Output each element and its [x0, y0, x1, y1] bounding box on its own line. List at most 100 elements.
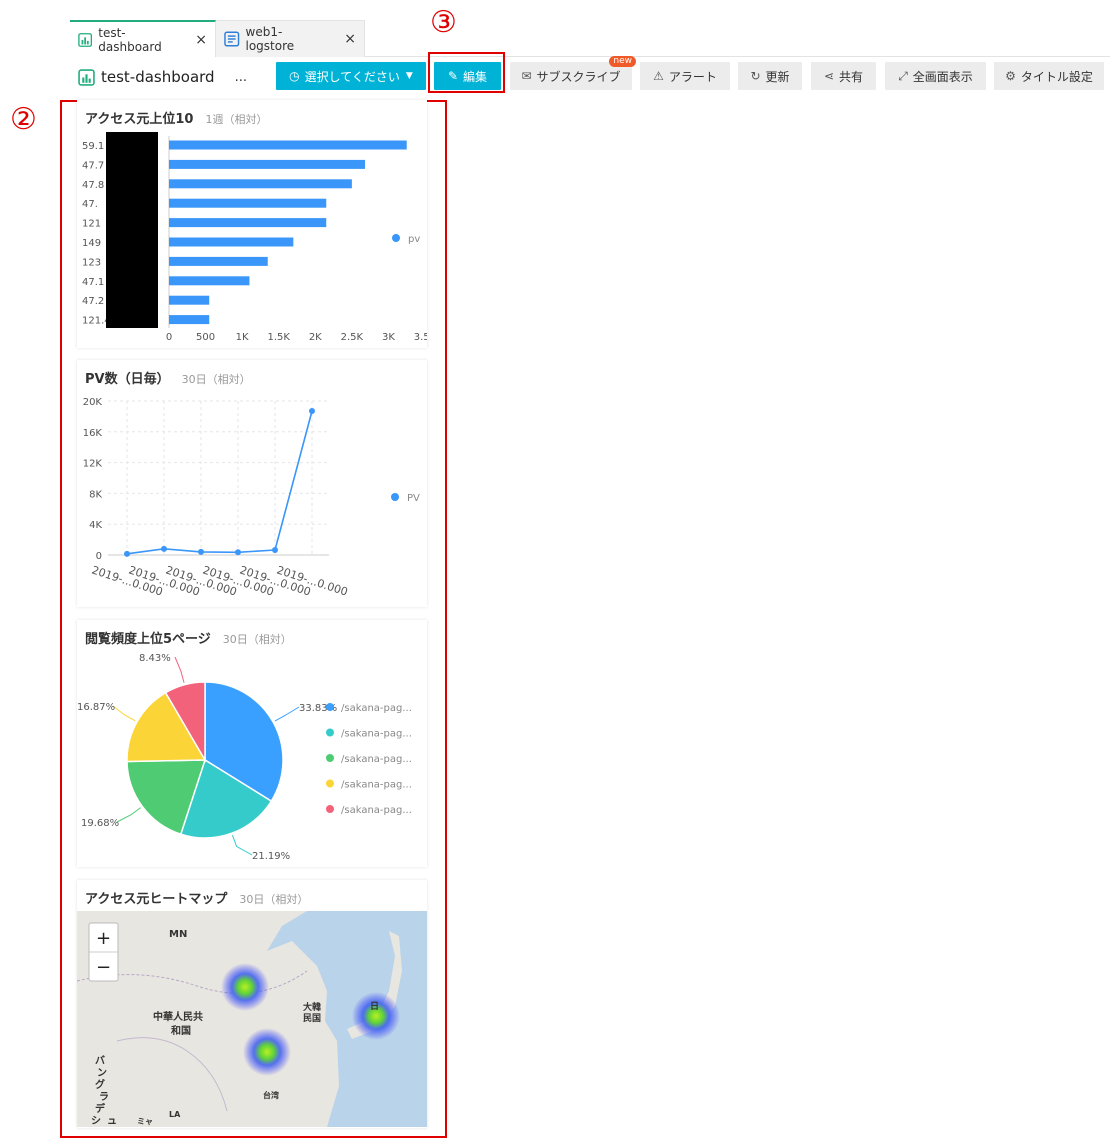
subscribe-label: サブスクライブ: [536, 69, 621, 84]
map-label: バ: [95, 1055, 105, 1067]
legend-label: /sakana-pag...: [341, 703, 412, 714]
map-label: LA: [169, 1110, 181, 1119]
data-point: [309, 408, 315, 415]
panel-title-text: アクセス元ヒートマップ: [85, 892, 228, 907]
bar: [169, 276, 250, 286]
map-label: ミャ: [137, 1117, 153, 1126]
zoom-in-button[interactable]: +: [96, 928, 111, 949]
share-label: 共有: [839, 69, 864, 84]
y-tick-label: 47.8: [82, 180, 104, 191]
tab-web1-logstore[interactable]: web1-logstore ×: [216, 20, 365, 57]
bar: [169, 256, 268, 266]
y-tick-label: 123: [82, 257, 101, 268]
x-tick-label: 1K: [236, 332, 249, 343]
map-label: 台湾: [263, 1090, 279, 1100]
pie-chart: 33.83%/sakana-pag...21.19%/sakana-pag...…: [77, 653, 412, 862]
heat-map[interactable]: MN 中華人民共 和国 大韓 民国 日 台湾 バ ン グ ラ デ シ ュ ミャ …: [77, 911, 427, 1127]
dashboard-title: test-dashboard ...: [78, 66, 247, 88]
share-icon: ⋖: [823, 69, 835, 83]
legend-marker: [326, 805, 334, 813]
bar: [169, 237, 294, 247]
data-point: [161, 545, 167, 552]
slice-value-label: 21.19%: [252, 851, 290, 862]
bar: [169, 198, 327, 208]
map-label: 和国: [170, 1024, 191, 1037]
share-button[interactable]: ⋖ 共有: [811, 62, 876, 90]
bar: [169, 315, 210, 325]
legend-marker: [326, 754, 334, 762]
heat-spot: [243, 1028, 291, 1076]
refresh-button[interactable]: ↻ 更新: [738, 62, 802, 90]
y-tick-label: 8K: [89, 489, 102, 500]
annotation-number-2: ②: [10, 102, 37, 137]
y-tick-label: 47.1: [82, 277, 104, 288]
mail-icon: ✉: [521, 69, 532, 83]
label-leader-line: [274, 706, 300, 722]
legend-marker: [326, 728, 334, 737]
dashboard-icon: [78, 68, 95, 86]
legend-label: /sakana-pag...: [341, 805, 412, 816]
label-leader-line: [174, 656, 185, 683]
map-label: MN: [169, 929, 187, 940]
y-tick-label: 16K: [83, 428, 103, 439]
map-label: ン: [97, 1068, 107, 1079]
subscribe-button[interactable]: ✉ サブスクライブ new: [510, 56, 636, 90]
data-point: [272, 546, 278, 553]
x-tick-label: 500: [196, 332, 215, 343]
y-tick-label: 20K: [83, 397, 103, 408]
y-tick-label: 4K: [89, 520, 102, 531]
y-tick-label: 59.1: [82, 141, 104, 152]
slice-value-label: 19.68%: [81, 818, 119, 829]
map-label: グ: [95, 1078, 105, 1091]
map-label: デ: [95, 1102, 106, 1115]
alert-button[interactable]: ⚠ アラート: [640, 62, 730, 90]
data-point: [198, 548, 204, 555]
gear-icon: ⚙: [1005, 69, 1016, 83]
y-tick-label: 149: [82, 238, 101, 249]
x-tick-label: 1.5K: [267, 332, 290, 343]
data-point: [235, 549, 241, 556]
logstore-icon: [224, 31, 240, 47]
legend-marker: [326, 779, 334, 788]
bar: [169, 140, 407, 150]
bar: [169, 218, 327, 228]
x-tick-label: 2K: [309, 332, 322, 343]
map-label: 民国: [303, 1013, 321, 1024]
y-tick-label: 47.2: [82, 296, 104, 307]
y-tick-label: 47.7: [82, 160, 104, 171]
bar: [169, 295, 210, 305]
fullscreen-label: 全画面表示: [912, 69, 973, 84]
edit-annotation-box: [428, 52, 505, 93]
label-leader-line: [231, 834, 253, 856]
close-icon[interactable]: ×: [195, 32, 207, 48]
legend-label: pv: [408, 234, 420, 245]
legend-marker: [392, 234, 400, 242]
title-settings-button[interactable]: ⚙ タイトル設定: [994, 62, 1104, 90]
label-leader-line: [112, 705, 136, 722]
fullscreen-icon: ⤢: [898, 68, 908, 83]
line-chart: 04K8K12K16K20K2019-...0.0002019-...0.000…: [83, 397, 420, 599]
map-label: ラ: [99, 1091, 109, 1103]
panel-top-sources: アクセス元上位10 1週（相対） 59.1 47.7 47.8 47. 121 149 123…: [77, 100, 427, 348]
slice-value-label: 8.43%: [139, 653, 171, 664]
data-point: [124, 550, 130, 557]
refresh-icon: ↻: [750, 69, 761, 83]
bar: [169, 179, 352, 189]
tab-label: test-dashboard: [98, 25, 162, 54]
fullscreen-button[interactable]: ⤢ 全画面表示: [885, 62, 986, 90]
close-icon[interactable]: ×: [344, 31, 356, 47]
map-label: 大韓: [303, 1001, 321, 1013]
more-menu[interactable]: ...: [235, 70, 247, 85]
refresh-label: 更新: [765, 69, 790, 84]
panel-top-pages: 閲覧頻度上位5ページ 30日（相対） 33.83%/sakana-pag... 21…: [77, 620, 427, 867]
x-tick-label: 3.5K: [414, 332, 427, 343]
x-tick-label: 0: [166, 332, 172, 343]
panel-heatmap: アクセス元ヒートマップ 30日（相対） MN 中華人民共 和国 大韓 民国 日: [77, 880, 427, 1128]
annotation-number-3: ③: [430, 5, 457, 40]
caret-down-icon: ▼: [405, 71, 413, 81]
time-range-select[interactable]: ◷ 選択してください ▼: [276, 62, 426, 90]
y-tick-label: 121: [82, 219, 101, 230]
zoom-out-button[interactable]: −: [96, 957, 111, 978]
tab-test-dashboard[interactable]: test-dashboard ×: [70, 20, 216, 57]
slice-value-label: 16.87%: [77, 702, 115, 713]
